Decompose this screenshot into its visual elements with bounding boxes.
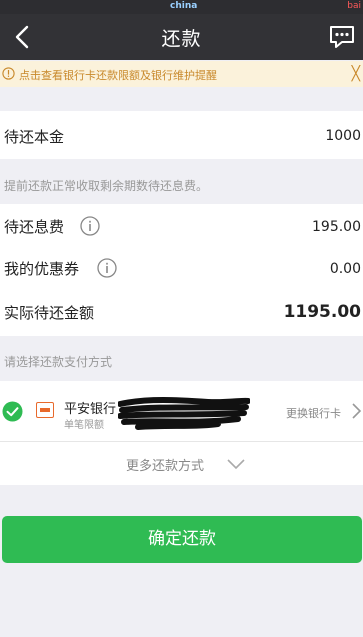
chat-dots-icon[interactable] (327, 22, 357, 52)
notice-banner[interactable]: 点击查看银行卡还款限额及银行维护提醒 ╳ (0, 61, 363, 87)
coupon-row[interactable]: 我的优惠券 0.00 (0, 248, 363, 292)
redaction-scribble (118, 397, 250, 430)
confirm-repay-button[interactable]: 确定还款 (2, 516, 362, 563)
info-icon (2, 67, 15, 80)
page-title: 还款 (161, 28, 202, 50)
status-bar: china bai (0, 0, 363, 14)
principal-value: 1000 (325, 128, 361, 144)
payment-card: 平安银行 单笔限额 更换银行卡 更多还款方式 (0, 381, 363, 485)
fees-card: 待还息费 195.00 我的优惠券 0.00 实际待还金额 1195.00 (0, 204, 363, 336)
total-value: 1195.00 (283, 302, 361, 322)
check-circle-icon[interactable] (2, 401, 23, 422)
bank-card-row[interactable]: 平安银行 单笔限额 更换银行卡 (0, 381, 363, 441)
bank-name: 平安银行 (64, 402, 117, 417)
nav-bar: 还款 (0, 14, 363, 60)
chevron-down-icon[interactable] (226, 458, 246, 470)
info-circle-icon[interactable] (97, 258, 117, 278)
principal-card: 待还本金 1000 (0, 111, 363, 159)
total-label: 实际待还金额 (4, 304, 95, 322)
coupon-label: 我的优惠券 (4, 260, 80, 278)
interest-row: 待还息费 195.00 (0, 204, 363, 248)
interest-value: 195.00 (312, 219, 361, 235)
more-methods-row[interactable]: 更多还款方式 (0, 442, 363, 485)
interest-label: 待还息费 (4, 218, 65, 236)
payment-section-tip: 请选择还款支付方式 (4, 355, 113, 369)
coupon-value: 0.00 (329, 261, 361, 277)
more-methods-label[interactable]: 更多还款方式 (126, 455, 204, 474)
bank-limit-text: 单笔限额 (64, 420, 104, 431)
notice-text: 点击查看银行卡还款限额及银行维护提醒 (19, 69, 217, 82)
info-circle-icon[interactable] (80, 216, 100, 236)
status-brand: china (170, 1, 198, 11)
pingan-bank-icon (36, 402, 54, 418)
chevron-right-icon[interactable] (350, 401, 362, 421)
close-icon[interactable]: ╳ (352, 66, 360, 82)
status-right-text: bai (347, 1, 361, 11)
fee-tip: 提前还款正常收取剩余期数待还息费。 (4, 179, 209, 193)
principal-label: 待还本金 (4, 128, 65, 146)
total-row: 实际待还金额 1195.00 (0, 292, 363, 336)
change-card-link[interactable]: 更换银行卡 (286, 405, 341, 421)
